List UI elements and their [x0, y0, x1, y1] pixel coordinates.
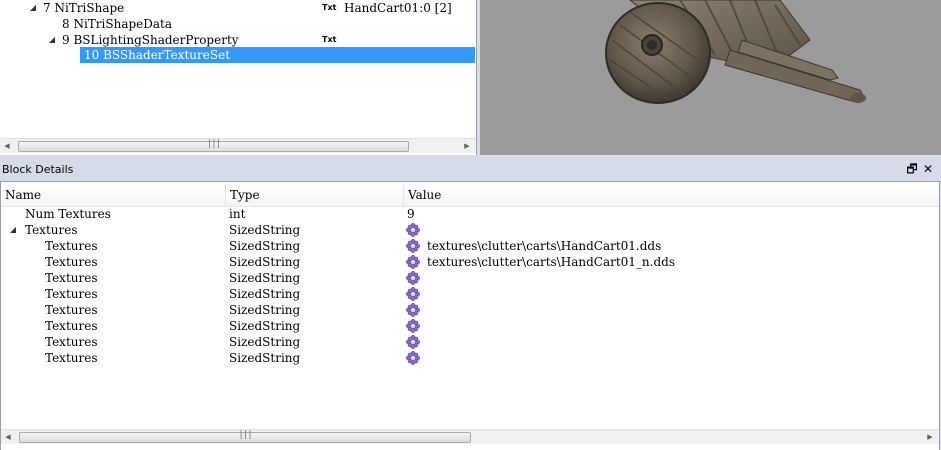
row-name: Textures	[45, 335, 98, 349]
table-row[interactable]: Textures SizedString	[1, 286, 939, 302]
txt-badge: Txt	[322, 3, 337, 12]
scroll-right-arrow-icon[interactable]: ▶	[923, 430, 937, 444]
row-type: SizedString	[229, 351, 301, 365]
scroll-right-arrow-icon[interactable]: ▶	[460, 139, 474, 153]
table-row[interactable]: Textures SizedString textures\clutter\cart…	[1, 254, 939, 270]
tree-row-bsshadertextureset[interactable]: 10 BSShaderTextureSet	[80, 47, 475, 63]
block-details-table[interactable]: Name Type Value Num Textures int 9 ◢ Texture…	[0, 181, 940, 450]
collapse-arrow-icon[interactable]: ◢	[9, 222, 17, 238]
row-type: SizedString	[229, 255, 301, 269]
tree-row-nitrishapedata[interactable]: 8 NiTriShapeData	[0, 16, 476, 32]
row-value[interactable]: textures\clutter\carts\HandCart01.dds	[427, 238, 661, 254]
tree-item-label: 10 BSShaderTextureSet	[84, 48, 231, 62]
edit-string-icon[interactable]	[405, 318, 421, 334]
tree-item-label: 7 NiTriShape	[43, 1, 125, 15]
row-value[interactable]: textures\clutter\carts\HandCart01_n.dds	[427, 254, 675, 270]
table-row[interactable]: Textures SizedString	[1, 302, 939, 318]
row-name: Textures	[45, 287, 98, 301]
row-type: SizedString	[229, 239, 301, 253]
row-name: Num Textures	[25, 207, 111, 221]
table-row[interactable]: Textures SizedString	[1, 318, 939, 334]
render-viewport[interactable]	[480, 0, 941, 155]
tree-row-nitrishape[interactable]: ◢ 7 NiTriShape Txt HandCart01:0 [2]	[0, 0, 476, 16]
tree-horizontal-scrollbar[interactable]: ◀ ||| ▶	[0, 138, 476, 153]
block-list-tree[interactable]: ◢ 7 NiTriShape Txt HandCart01:0 [2] 8 Ni…	[0, 0, 477, 155]
scrollbar-thumb[interactable]: |||	[19, 430, 471, 443]
tree-item-label: 9 BSLightingShaderProperty	[62, 33, 239, 47]
row-name: Textures	[45, 351, 98, 365]
table-row[interactable]: Textures SizedString	[1, 270, 939, 286]
column-header-name[interactable]: Name	[1, 185, 226, 206]
grip-icon: |||	[238, 430, 252, 440]
row-type: SizedString	[229, 223, 301, 237]
collapse-arrow-icon[interactable]: ◢	[29, 0, 37, 16]
table-row[interactable]: Num Textures int 9	[1, 206, 939, 222]
tree-item-label: 8 NiTriShapeData	[62, 17, 173, 31]
table-row[interactable]: Textures SizedString textures\clutter\cart…	[1, 238, 939, 254]
edit-string-icon[interactable]	[405, 350, 421, 366]
column-header-type[interactable]: Type	[226, 185, 404, 206]
row-name: Textures	[45, 271, 98, 285]
handcart-model-image	[605, 0, 866, 104]
tree-item-value: HandCart01:0 [2]	[344, 1, 452, 15]
edit-string-icon[interactable]	[405, 334, 421, 350]
edit-string-icon[interactable]	[405, 286, 421, 302]
table-row[interactable]: Textures SizedString	[1, 334, 939, 350]
row-name: Textures	[45, 319, 98, 333]
scroll-left-arrow-icon[interactable]: ◀	[1, 430, 15, 444]
grip-icon: |||	[206, 139, 221, 149]
row-name: Textures	[45, 255, 98, 269]
close-icon[interactable]: ✕	[921, 160, 935, 179]
row-value[interactable]: 9	[407, 206, 415, 222]
row-type: int	[229, 207, 246, 221]
tree-row-bslightingshaderproperty[interactable]: ◢ 9 BSLightingShaderProperty Txt	[0, 32, 476, 48]
edit-string-icon[interactable]	[405, 238, 421, 254]
row-type: SizedString	[229, 271, 301, 285]
collapse-arrow-icon[interactable]: ◢	[48, 32, 56, 48]
block-details-title: Block Details	[2, 163, 74, 176]
txt-badge: Txt	[322, 35, 337, 44]
edit-string-icon[interactable]	[405, 302, 421, 318]
edit-string-icon[interactable]	[405, 254, 421, 270]
details-horizontal-scrollbar[interactable]: ◀ ||| ▶	[1, 429, 939, 444]
table-header: Name Type Value	[1, 182, 939, 207]
edit-string-icon[interactable]	[405, 222, 421, 238]
table-row[interactable]: ◢ Textures SizedString	[1, 222, 939, 238]
row-type: SizedString	[229, 319, 301, 333]
row-type: SizedString	[229, 287, 301, 301]
scrollbar-thumb[interactable]: |||	[18, 139, 409, 152]
column-header-value[interactable]: Value	[404, 185, 939, 206]
row-name: Textures	[45, 239, 98, 253]
table-row[interactable]: Textures SizedString	[1, 350, 939, 366]
edit-string-icon[interactable]	[405, 270, 421, 286]
row-type: SizedString	[229, 335, 301, 349]
row-name: Textures	[45, 303, 98, 317]
scroll-left-arrow-icon[interactable]: ◀	[0, 139, 14, 153]
float-window-icon[interactable]: 🗗	[905, 160, 919, 179]
row-type: SizedString	[229, 303, 301, 317]
row-name: Textures	[25, 223, 78, 237]
block-details-titlebar: Block Details 🗗 ✕	[0, 160, 941, 179]
